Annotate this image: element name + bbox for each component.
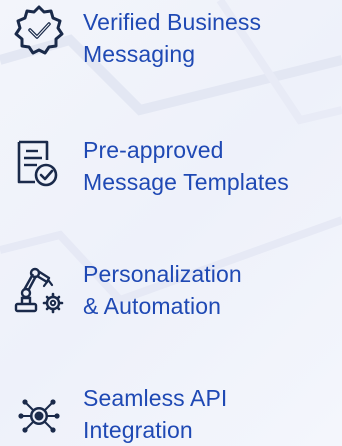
feature-label: Seamless API Integration xyxy=(83,382,227,446)
feature-list: Verified Business Messaging Pre-approved… xyxy=(0,0,342,446)
feature-label-line1: Verified Business xyxy=(83,9,262,35)
feature-label-line1: Pre-approved xyxy=(83,137,224,163)
feature-label-line1: Personalization xyxy=(83,261,242,287)
feature-label-line2: Integration xyxy=(83,417,193,443)
approved-document-icon xyxy=(17,140,58,187)
feature-label-line1: Seamless API xyxy=(83,385,228,411)
feature-label-line2: Messaging xyxy=(83,41,196,67)
feature-label-line2: Message Templates xyxy=(83,169,289,195)
feature-label: Pre-approved Message Templates xyxy=(83,134,289,198)
feature-label: Personalization & Automation xyxy=(83,258,242,322)
feature-label: Verified Business Messaging xyxy=(83,6,261,70)
verified-badge-icon xyxy=(14,5,64,55)
api-integration-icon xyxy=(18,399,60,433)
feature-label-line2: & Automation xyxy=(83,293,222,319)
robot-arm-gear-icon xyxy=(14,267,64,314)
